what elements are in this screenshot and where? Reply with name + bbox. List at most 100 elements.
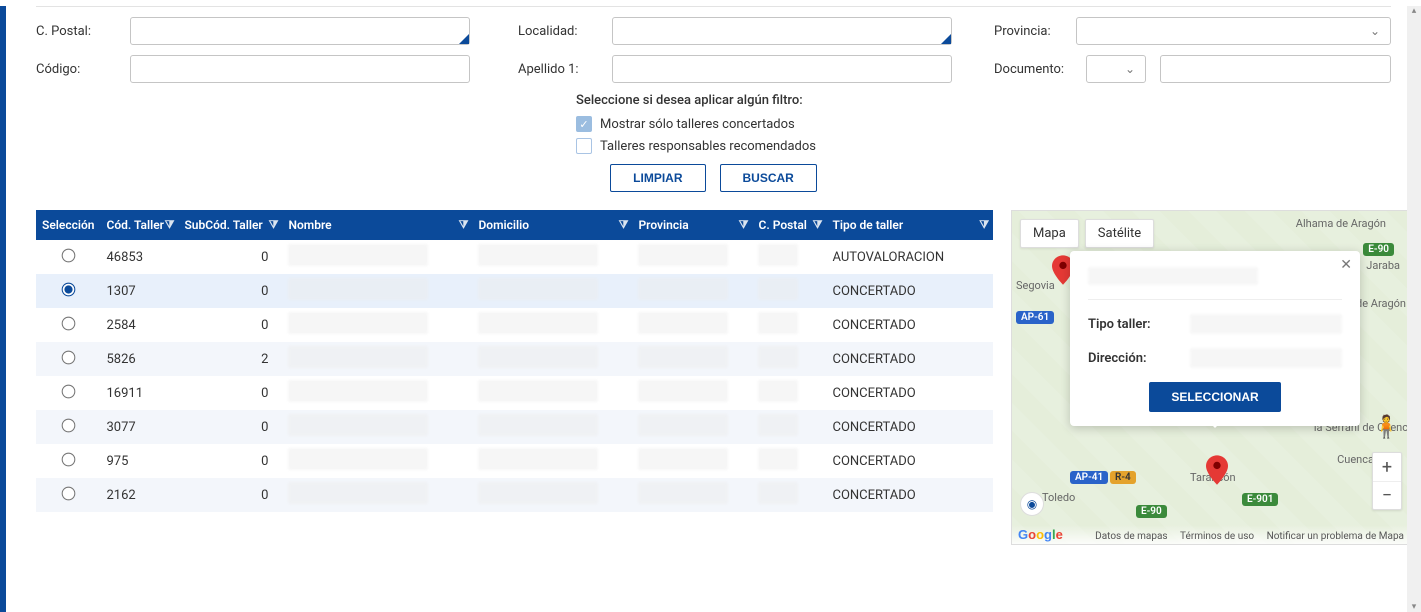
table-row[interactable]: 25840CONCERTADO <box>36 308 993 342</box>
provincia-select[interactable]: ⌄ <box>1076 17 1391 45</box>
filter-icon[interactable]: ⧩ <box>979 218 989 232</box>
cell-cod: 46853 <box>100 240 178 274</box>
cell-domicilio <box>472 342 632 376</box>
localidad-input[interactable] <box>612 17 952 45</box>
filter-title: Seleccione si desea aplicar algún filtro… <box>576 93 1411 108</box>
th-subcod[interactable]: SubCód. Taller⧩ <box>178 210 282 240</box>
documento-type-select[interactable]: ⌄ <box>1086 55 1146 83</box>
limpiar-button[interactable]: LIMPIAR <box>610 164 705 192</box>
cell-sub: 0 <box>178 410 282 444</box>
filter-icon[interactable]: ⧩ <box>459 218 469 232</box>
cell-nombre <box>282 376 472 410</box>
map-marker-icon[interactable] <box>1206 455 1228 485</box>
cell-sub: 0 <box>178 308 282 342</box>
documento-input[interactable] <box>1160 55 1391 83</box>
map-notificar-link[interactable]: Notificar un problema de Mapa <box>1267 531 1404 542</box>
road-badge: AP-61 <box>1016 311 1054 324</box>
filter-icon[interactable]: ⧩ <box>165 218 175 232</box>
map-datos-link[interactable]: Datos de mapas <box>1095 531 1167 542</box>
cell-tipo: CONCERTADO <box>826 274 993 308</box>
row-radio[interactable] <box>61 384 75 398</box>
cell-nombre <box>282 240 472 274</box>
th-nombre[interactable]: Nombre⧩ <box>282 210 472 240</box>
vertical-scrollbar[interactable] <box>1407 6 1421 612</box>
cpostal-input[interactable] <box>130 17 470 45</box>
road-badge: AP-41 <box>1070 471 1108 484</box>
google-logo: Google <box>1018 527 1063 542</box>
th-domicilio[interactable]: Domicilio⧩ <box>472 210 632 240</box>
checkbox-recomendados[interactable] <box>576 138 592 154</box>
cell-cod: 5826 <box>100 342 178 376</box>
road-badge: E-90 <box>1136 505 1167 518</box>
label-provincia: Provincia: <box>994 24 1062 39</box>
cell-provincia <box>632 308 752 342</box>
filter-block: Seleccione si desea aplicar algún filtro… <box>576 93 1411 154</box>
zoom-in-button[interactable]: + <box>1373 453 1401 481</box>
table-row[interactable]: 21620CONCERTADO <box>36 478 993 512</box>
row-radio[interactable] <box>61 282 75 296</box>
my-location-icon[interactable]: ◉ <box>1020 492 1044 516</box>
row-radio[interactable] <box>61 248 75 262</box>
road-badge: E-901 <box>1242 493 1278 506</box>
cell-cpostal <box>752 342 826 376</box>
cell-cpostal <box>752 376 826 410</box>
codigo-input[interactable] <box>130 55 470 83</box>
buscar-button[interactable]: BUSCAR <box>720 164 817 192</box>
checkbox-concertados[interactable]: ✓ <box>576 116 592 132</box>
pegman-icon[interactable]: 🧍 <box>1373 415 1400 440</box>
cell-domicilio <box>472 376 632 410</box>
th-seleccion[interactable]: Selección <box>36 210 100 240</box>
cell-nombre <box>282 342 472 376</box>
cell-sub: 2 <box>178 342 282 376</box>
map-label: Segovia <box>1016 279 1055 292</box>
row-radio[interactable] <box>61 350 75 364</box>
cell-domicilio <box>472 478 632 512</box>
table-row[interactable]: 58262 CONCERTADO <box>36 342 993 376</box>
filter-icon[interactable]: ⧩ <box>619 218 629 232</box>
label-codigo: Código: <box>36 62 116 77</box>
th-tipo[interactable]: Tipo de taller⧩ <box>826 210 993 240</box>
cell-domicilio <box>472 444 632 478</box>
cell-nombre <box>282 274 472 308</box>
row-radio[interactable] <box>61 316 75 330</box>
cell-cpostal <box>752 274 826 308</box>
cell-tipo: CONCERTADO <box>826 478 993 512</box>
cell-cpostal <box>752 444 826 478</box>
cell-cod: 16911 <box>100 376 178 410</box>
info-dir-label: Dirección: <box>1088 351 1178 366</box>
info-dir-value <box>1190 348 1342 368</box>
cell-tipo: CONCERTADO <box>826 308 993 342</box>
table-row[interactable]: 30770CONCERTADO <box>36 410 993 444</box>
info-tipo-value <box>1190 314 1342 334</box>
table-row[interactable]: 13070CONCERTADO <box>36 274 993 308</box>
cell-tipo: CONCERTADO <box>826 444 993 478</box>
th-cod-taller[interactable]: Cód. Taller⧩ <box>100 210 178 240</box>
cell-cod: 3077 <box>100 410 178 444</box>
table-row[interactable]: 169110CONCERTADO <box>36 376 993 410</box>
map-label: Jaraba <box>1366 259 1400 272</box>
apellido-input[interactable] <box>612 55 952 83</box>
cell-domicilio <box>472 410 632 444</box>
cell-domicilio <box>472 274 632 308</box>
close-icon[interactable]: ✕ <box>1340 257 1352 273</box>
table-row[interactable]: 9750CONCERTADO <box>36 444 993 478</box>
cell-provincia <box>632 478 752 512</box>
map-terminos-link[interactable]: Términos de uso <box>1180 531 1254 542</box>
row-radio[interactable] <box>61 452 75 466</box>
zoom-out-button[interactable]: − <box>1373 481 1401 509</box>
table-row[interactable]: 468530AUTOVALORACION <box>36 240 993 274</box>
th-cpostal[interactable]: C. Postal⧩ <box>752 210 826 240</box>
filter-icon[interactable]: ⧩ <box>739 218 749 232</box>
filter-icon[interactable]: ⧩ <box>813 218 823 232</box>
map-tab-map[interactable]: Mapa <box>1020 219 1079 248</box>
cell-nombre <box>282 308 472 342</box>
cell-tipo: CONCERTADO <box>826 342 993 376</box>
cell-tipo: CONCERTADO <box>826 376 993 410</box>
filter-icon[interactable]: ⧩ <box>269 218 279 232</box>
seleccionar-button[interactable]: SELECCIONAR <box>1149 382 1280 412</box>
cell-tipo: AUTOVALORACION <box>826 240 993 274</box>
row-radio[interactable] <box>61 418 75 432</box>
th-provincia[interactable]: Provincia⧩ <box>632 210 752 240</box>
row-radio[interactable] <box>61 486 75 500</box>
map-tab-satellite[interactable]: Satélite <box>1085 219 1154 248</box>
